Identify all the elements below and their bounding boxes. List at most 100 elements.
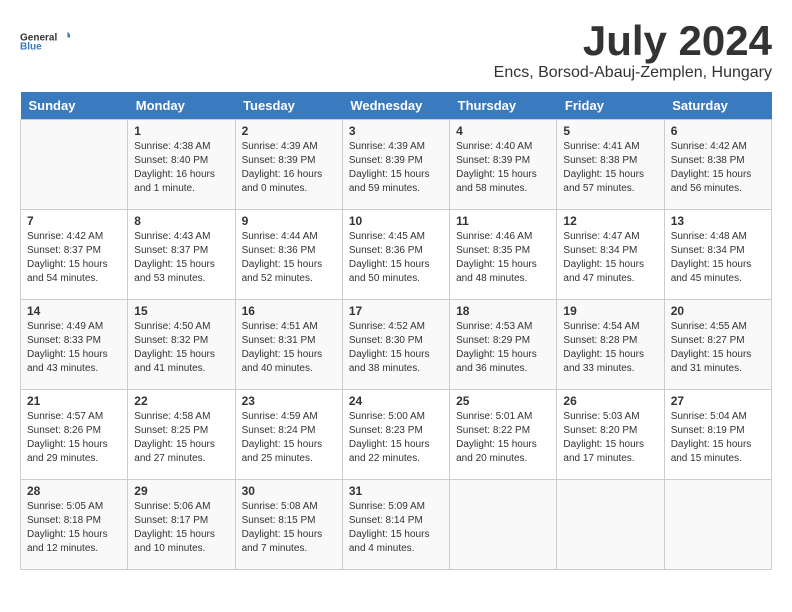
title-area: July 2024 Encs, Borsod-Abauj-Zemplen, Hu… bbox=[494, 20, 772, 82]
week-row-2: 7 Sunrise: 4:42 AM Sunset: 8:37 PM Dayli… bbox=[21, 210, 772, 300]
day-number: 24 bbox=[349, 394, 443, 408]
calendar-cell: 11 Sunrise: 4:46 AM Sunset: 8:35 PM Dayl… bbox=[450, 210, 557, 300]
day-info: Sunrise: 4:57 AM Sunset: 8:26 PM Dayligh… bbox=[27, 410, 121, 466]
month-title: July 2024 bbox=[494, 20, 772, 62]
day-number: 19 bbox=[563, 304, 657, 318]
day-number: 7 bbox=[27, 214, 121, 228]
day-number: 2 bbox=[242, 124, 336, 138]
calendar-cell: 29 Sunrise: 5:06 AM Sunset: 8:17 PM Dayl… bbox=[128, 480, 235, 570]
header-day-sunday: Sunday bbox=[21, 92, 128, 120]
day-number: 3 bbox=[349, 124, 443, 138]
calendar-cell: 5 Sunrise: 4:41 AM Sunset: 8:38 PM Dayli… bbox=[557, 120, 664, 210]
calendar-cell: 18 Sunrise: 4:53 AM Sunset: 8:29 PM Dayl… bbox=[450, 300, 557, 390]
day-number: 4 bbox=[456, 124, 550, 138]
calendar-cell: 26 Sunrise: 5:03 AM Sunset: 8:20 PM Dayl… bbox=[557, 390, 664, 480]
calendar-cell: 28 Sunrise: 5:05 AM Sunset: 8:18 PM Dayl… bbox=[21, 480, 128, 570]
header-day-friday: Friday bbox=[557, 92, 664, 120]
day-info: Sunrise: 4:38 AM Sunset: 8:40 PM Dayligh… bbox=[134, 140, 228, 196]
day-info: Sunrise: 5:05 AM Sunset: 8:18 PM Dayligh… bbox=[27, 500, 121, 556]
day-number: 10 bbox=[349, 214, 443, 228]
day-info: Sunrise: 5:08 AM Sunset: 8:15 PM Dayligh… bbox=[242, 500, 336, 556]
day-info: Sunrise: 4:42 AM Sunset: 8:37 PM Dayligh… bbox=[27, 230, 121, 286]
day-number: 22 bbox=[134, 394, 228, 408]
calendar-cell: 10 Sunrise: 4:45 AM Sunset: 8:36 PM Dayl… bbox=[342, 210, 449, 300]
calendar-cell: 9 Sunrise: 4:44 AM Sunset: 8:36 PM Dayli… bbox=[235, 210, 342, 300]
day-info: Sunrise: 4:39 AM Sunset: 8:39 PM Dayligh… bbox=[349, 140, 443, 196]
calendar-cell: 31 Sunrise: 5:09 AM Sunset: 8:14 PM Dayl… bbox=[342, 480, 449, 570]
day-info: Sunrise: 4:50 AM Sunset: 8:32 PM Dayligh… bbox=[134, 320, 228, 376]
day-number: 27 bbox=[671, 394, 765, 408]
day-info: Sunrise: 4:54 AM Sunset: 8:28 PM Dayligh… bbox=[563, 320, 657, 376]
day-info: Sunrise: 4:51 AM Sunset: 8:31 PM Dayligh… bbox=[242, 320, 336, 376]
calendar-cell bbox=[664, 480, 771, 570]
day-number: 21 bbox=[27, 394, 121, 408]
day-info: Sunrise: 4:48 AM Sunset: 8:34 PM Dayligh… bbox=[671, 230, 765, 286]
calendar-cell: 22 Sunrise: 4:58 AM Sunset: 8:25 PM Dayl… bbox=[128, 390, 235, 480]
day-info: Sunrise: 5:06 AM Sunset: 8:17 PM Dayligh… bbox=[134, 500, 228, 556]
calendar-cell: 4 Sunrise: 4:40 AM Sunset: 8:39 PM Dayli… bbox=[450, 120, 557, 210]
calendar-cell: 21 Sunrise: 4:57 AM Sunset: 8:26 PM Dayl… bbox=[21, 390, 128, 480]
calendar-cell: 24 Sunrise: 5:00 AM Sunset: 8:23 PM Dayl… bbox=[342, 390, 449, 480]
header-day-monday: Monday bbox=[128, 92, 235, 120]
calendar-cell: 8 Sunrise: 4:43 AM Sunset: 8:37 PM Dayli… bbox=[128, 210, 235, 300]
day-info: Sunrise: 4:55 AM Sunset: 8:27 PM Dayligh… bbox=[671, 320, 765, 376]
day-number: 1 bbox=[134, 124, 228, 138]
day-info: Sunrise: 4:39 AM Sunset: 8:39 PM Dayligh… bbox=[242, 140, 336, 196]
day-info: Sunrise: 4:40 AM Sunset: 8:39 PM Dayligh… bbox=[456, 140, 550, 196]
day-number: 13 bbox=[671, 214, 765, 228]
day-number: 9 bbox=[242, 214, 336, 228]
calendar-cell: 27 Sunrise: 5:04 AM Sunset: 8:19 PM Dayl… bbox=[664, 390, 771, 480]
day-number: 15 bbox=[134, 304, 228, 318]
calendar-table: SundayMondayTuesdayWednesdayThursdayFrid… bbox=[20, 92, 772, 570]
day-info: Sunrise: 4:58 AM Sunset: 8:25 PM Dayligh… bbox=[134, 410, 228, 466]
day-number: 12 bbox=[563, 214, 657, 228]
calendar-cell: 3 Sunrise: 4:39 AM Sunset: 8:39 PM Dayli… bbox=[342, 120, 449, 210]
calendar-cell: 15 Sunrise: 4:50 AM Sunset: 8:32 PM Dayl… bbox=[128, 300, 235, 390]
day-number: 18 bbox=[456, 304, 550, 318]
day-info: Sunrise: 4:47 AM Sunset: 8:34 PM Dayligh… bbox=[563, 230, 657, 286]
calendar-cell bbox=[557, 480, 664, 570]
day-info: Sunrise: 4:45 AM Sunset: 8:36 PM Dayligh… bbox=[349, 230, 443, 286]
header-day-wednesday: Wednesday bbox=[342, 92, 449, 120]
calendar-cell: 19 Sunrise: 4:54 AM Sunset: 8:28 PM Dayl… bbox=[557, 300, 664, 390]
logo: General Blue bbox=[20, 20, 70, 62]
header-day-saturday: Saturday bbox=[664, 92, 771, 120]
calendar-cell bbox=[21, 120, 128, 210]
day-info: Sunrise: 4:44 AM Sunset: 8:36 PM Dayligh… bbox=[242, 230, 336, 286]
day-number: 5 bbox=[563, 124, 657, 138]
calendar-cell: 14 Sunrise: 4:49 AM Sunset: 8:33 PM Dayl… bbox=[21, 300, 128, 390]
calendar-cell: 20 Sunrise: 4:55 AM Sunset: 8:27 PM Dayl… bbox=[664, 300, 771, 390]
day-number: 6 bbox=[671, 124, 765, 138]
day-number: 29 bbox=[134, 484, 228, 498]
day-number: 20 bbox=[671, 304, 765, 318]
day-number: 31 bbox=[349, 484, 443, 498]
calendar-cell: 13 Sunrise: 4:48 AM Sunset: 8:34 PM Dayl… bbox=[664, 210, 771, 300]
day-info: Sunrise: 4:59 AM Sunset: 8:24 PM Dayligh… bbox=[242, 410, 336, 466]
day-info: Sunrise: 5:04 AM Sunset: 8:19 PM Dayligh… bbox=[671, 410, 765, 466]
day-number: 16 bbox=[242, 304, 336, 318]
day-info: Sunrise: 4:43 AM Sunset: 8:37 PM Dayligh… bbox=[134, 230, 228, 286]
header: General Blue July 2024 Encs, Borsod-Abau… bbox=[20, 20, 772, 82]
day-info: Sunrise: 5:03 AM Sunset: 8:20 PM Dayligh… bbox=[563, 410, 657, 466]
svg-text:Blue: Blue bbox=[20, 42, 42, 53]
header-day-thursday: Thursday bbox=[450, 92, 557, 120]
calendar-cell: 23 Sunrise: 4:59 AM Sunset: 8:24 PM Dayl… bbox=[235, 390, 342, 480]
day-number: 25 bbox=[456, 394, 550, 408]
calendar-cell: 25 Sunrise: 5:01 AM Sunset: 8:22 PM Dayl… bbox=[450, 390, 557, 480]
day-number: 28 bbox=[27, 484, 121, 498]
day-info: Sunrise: 4:46 AM Sunset: 8:35 PM Dayligh… bbox=[456, 230, 550, 286]
header-row: SundayMondayTuesdayWednesdayThursdayFrid… bbox=[21, 92, 772, 120]
day-info: Sunrise: 5:09 AM Sunset: 8:14 PM Dayligh… bbox=[349, 500, 443, 556]
calendar-cell: 7 Sunrise: 4:42 AM Sunset: 8:37 PM Dayli… bbox=[21, 210, 128, 300]
day-info: Sunrise: 4:53 AM Sunset: 8:29 PM Dayligh… bbox=[456, 320, 550, 376]
header-day-tuesday: Tuesday bbox=[235, 92, 342, 120]
week-row-5: 28 Sunrise: 5:05 AM Sunset: 8:18 PM Dayl… bbox=[21, 480, 772, 570]
calendar-cell: 17 Sunrise: 4:52 AM Sunset: 8:30 PM Dayl… bbox=[342, 300, 449, 390]
day-number: 26 bbox=[563, 394, 657, 408]
calendar-cell: 1 Sunrise: 4:38 AM Sunset: 8:40 PM Dayli… bbox=[128, 120, 235, 210]
calendar-cell bbox=[450, 480, 557, 570]
week-row-4: 21 Sunrise: 4:57 AM Sunset: 8:26 PM Dayl… bbox=[21, 390, 772, 480]
day-number: 8 bbox=[134, 214, 228, 228]
calendar-cell: 12 Sunrise: 4:47 AM Sunset: 8:34 PM Dayl… bbox=[557, 210, 664, 300]
day-number: 23 bbox=[242, 394, 336, 408]
